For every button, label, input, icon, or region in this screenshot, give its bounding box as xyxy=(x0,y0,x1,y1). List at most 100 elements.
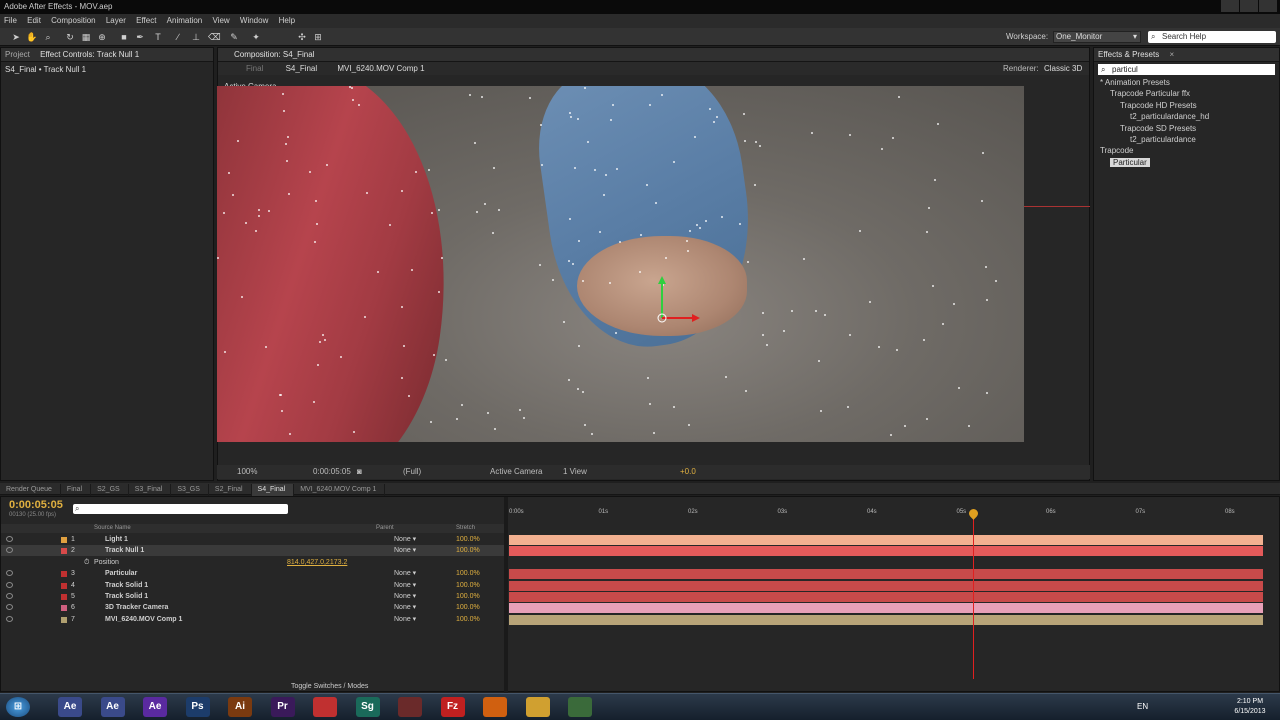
timeline-tab[interactable]: MVI_6240.MOV Comp 1 xyxy=(294,484,386,496)
layer-duration-bar[interactable] xyxy=(509,592,1263,602)
rotate-tool-icon[interactable]: ↻ xyxy=(64,31,76,43)
effects-tree-item[interactable]: Particular xyxy=(1094,157,1279,168)
tab-effects-presets[interactable]: Effects & Presets xyxy=(1098,50,1159,59)
visibility-eye-icon[interactable] xyxy=(6,570,13,577)
effects-tree-item[interactable]: t2_particulardance xyxy=(1094,134,1279,145)
selection-tool-icon[interactable]: ➤ xyxy=(10,31,22,43)
parent-select[interactable]: None ▾ xyxy=(394,602,416,613)
effects-tree-item[interactable]: t2_particulardance_hd xyxy=(1094,111,1279,122)
taskbar-app-icon[interactable]: Ps xyxy=(185,697,210,717)
visibility-eye-icon[interactable] xyxy=(6,615,13,622)
menu-layer[interactable]: Layer xyxy=(102,14,130,28)
effects-tree-item[interactable]: Trapcode HD Presets xyxy=(1094,100,1279,111)
world-axis-icon[interactable]: ⊞ xyxy=(312,31,324,43)
timeline-tab[interactable]: S4_Final xyxy=(251,484,295,496)
layer-row[interactable]: 6 3D Tracker Camera None ▾ 100.0% xyxy=(1,602,504,613)
layer-name[interactable]: Track Solid 1 xyxy=(105,580,148,591)
effects-tree-item[interactable]: Trapcode Particular ffx xyxy=(1094,88,1279,99)
layer-name[interactable]: MVI_6240.MOV Comp 1 xyxy=(105,614,182,625)
layer-name[interactable]: Light 1 xyxy=(105,534,128,545)
visibility-eye-icon[interactable] xyxy=(6,547,13,554)
layer-row[interactable]: 5 Track Solid 1 None ▾ 100.0% xyxy=(1,591,504,602)
layer-row[interactable]: 4 Track Solid 1 None ▾ 100.0% xyxy=(1,580,504,591)
brush-tool-icon[interactable]: ∕ xyxy=(172,31,184,43)
property-row-position[interactable]: ⏱ Position 814.0,427.0,2173.2 xyxy=(1,557,504,568)
layer-duration-bar[interactable] xyxy=(509,603,1263,614)
close-icon[interactable]: × xyxy=(1169,50,1174,59)
timeline-tab[interactable]: S2_GS xyxy=(91,484,129,496)
tab-composition[interactable]: Composition: S4_Final xyxy=(234,50,314,59)
taskbar-app-icon[interactable]: Fz xyxy=(440,697,465,717)
label-color-swatch[interactable] xyxy=(61,605,67,612)
workspace-select[interactable]: One_Monitor ▾ xyxy=(1053,31,1141,43)
layer-duration-bar[interactable] xyxy=(509,614,1263,625)
timeline-tab[interactable]: Render Queue xyxy=(0,484,61,496)
pan-behind-tool-icon[interactable]: ⊕ xyxy=(96,31,108,43)
menu-view[interactable]: View xyxy=(208,14,233,28)
timeline-divider[interactable] xyxy=(504,497,508,693)
layer-row[interactable]: 7 MVI_6240.MOV Comp 1 None ▾ 100.0% xyxy=(1,614,504,625)
toggle-switches-modes[interactable]: Toggle Switches / Modes xyxy=(291,683,368,690)
window-controls[interactable] xyxy=(1220,0,1280,14)
roto-brush-tool-icon[interactable]: ✎ xyxy=(228,31,240,43)
stretch-value[interactable]: 100.0% xyxy=(456,568,480,579)
parent-select[interactable]: None ▾ xyxy=(394,534,416,545)
tab-effect-controls[interactable]: Effect Controls: Track Null 1 xyxy=(40,50,139,59)
taskbar-app-icon[interactable] xyxy=(568,697,592,717)
timeline-tab[interactable]: S3_Final xyxy=(129,484,172,496)
property-value[interactable]: 814.0,427.0,2173.2 xyxy=(287,557,347,568)
label-color-swatch[interactable] xyxy=(61,616,67,623)
exposure-value[interactable]: +0.0 xyxy=(680,465,696,479)
parent-select[interactable]: None ▾ xyxy=(394,568,416,579)
composition-viewer[interactable] xyxy=(217,86,1024,442)
menu-effect[interactable]: Effect xyxy=(132,14,160,28)
menu-file[interactable]: File xyxy=(0,14,21,28)
3d-axis-gizmo-icon[interactable] xyxy=(642,276,702,326)
parent-select[interactable]: None ▾ xyxy=(394,591,416,602)
eraser-tool-icon[interactable]: ⌫ xyxy=(208,31,221,43)
taskbar-app-icon[interactable] xyxy=(313,697,337,717)
language-indicator[interactable]: EN xyxy=(1137,702,1148,711)
axis-mode-icon[interactable]: ✣ xyxy=(296,31,308,43)
layer-name[interactable]: Track Null 1 xyxy=(105,545,144,556)
label-color-swatch[interactable] xyxy=(61,548,67,555)
taskbar-app-icon[interactable] xyxy=(398,697,422,717)
menu-animation[interactable]: Animation xyxy=(163,14,207,28)
comp-tab-mvi[interactable]: MVI_6240.MOV Comp 1 xyxy=(337,64,424,73)
resolution-value[interactable]: (Full) xyxy=(403,465,421,479)
zoom-value[interactable]: 100% xyxy=(237,465,257,479)
timeline-tab[interactable]: S3_GS xyxy=(171,484,209,496)
camera-snapshot-icon[interactable]: ◙ xyxy=(357,465,362,479)
taskbar-app-icon[interactable]: Pr xyxy=(270,697,295,717)
clock-time[interactable]: 2:10 PM xyxy=(1230,698,1270,705)
active-camera-select[interactable]: Active Camera xyxy=(490,465,542,479)
effects-tree-item[interactable]: Trapcode SD Presets xyxy=(1094,123,1279,134)
layer-name[interactable]: 3D Tracker Camera xyxy=(105,602,168,613)
taskbar-app-icon[interactable]: Ae xyxy=(143,697,167,717)
renderer-value[interactable]: Classic 3D xyxy=(1044,62,1082,75)
menu-window[interactable]: Window xyxy=(236,14,272,28)
stretch-value[interactable]: 100.0% xyxy=(456,591,480,602)
visibility-eye-icon[interactable] xyxy=(6,604,13,611)
parent-select[interactable]: None ▾ xyxy=(394,614,416,625)
menu-composition[interactable]: Composition xyxy=(47,14,99,28)
label-color-swatch[interactable] xyxy=(61,582,67,589)
menu-help[interactable]: Help xyxy=(275,14,299,28)
hand-tool-icon[interactable]: ✋ xyxy=(26,31,38,43)
playhead-line[interactable] xyxy=(973,511,974,679)
parent-select[interactable]: None ▾ xyxy=(394,580,416,591)
comp-final-link[interactable]: Final xyxy=(246,64,263,73)
layer-duration-bar[interactable] xyxy=(509,535,1263,545)
effects-tree-item[interactable]: * Animation Presets xyxy=(1094,77,1279,88)
taskbar-app-icon[interactable]: Sg xyxy=(355,697,380,717)
puppet-tool-icon[interactable]: ✦ xyxy=(250,31,262,43)
label-color-swatch[interactable] xyxy=(61,571,67,578)
label-color-swatch[interactable] xyxy=(61,594,67,600)
visibility-eye-icon[interactable] xyxy=(6,536,13,542)
layer-name[interactable]: Particular xyxy=(105,568,137,579)
taskbar-app-icon[interactable]: Ae xyxy=(100,697,125,717)
camera-tool-icon[interactable]: ▦ xyxy=(80,31,92,43)
tab-project[interactable]: Project xyxy=(5,50,30,59)
label-color-swatch[interactable] xyxy=(61,537,67,543)
parent-select[interactable]: None ▾ xyxy=(394,545,416,556)
